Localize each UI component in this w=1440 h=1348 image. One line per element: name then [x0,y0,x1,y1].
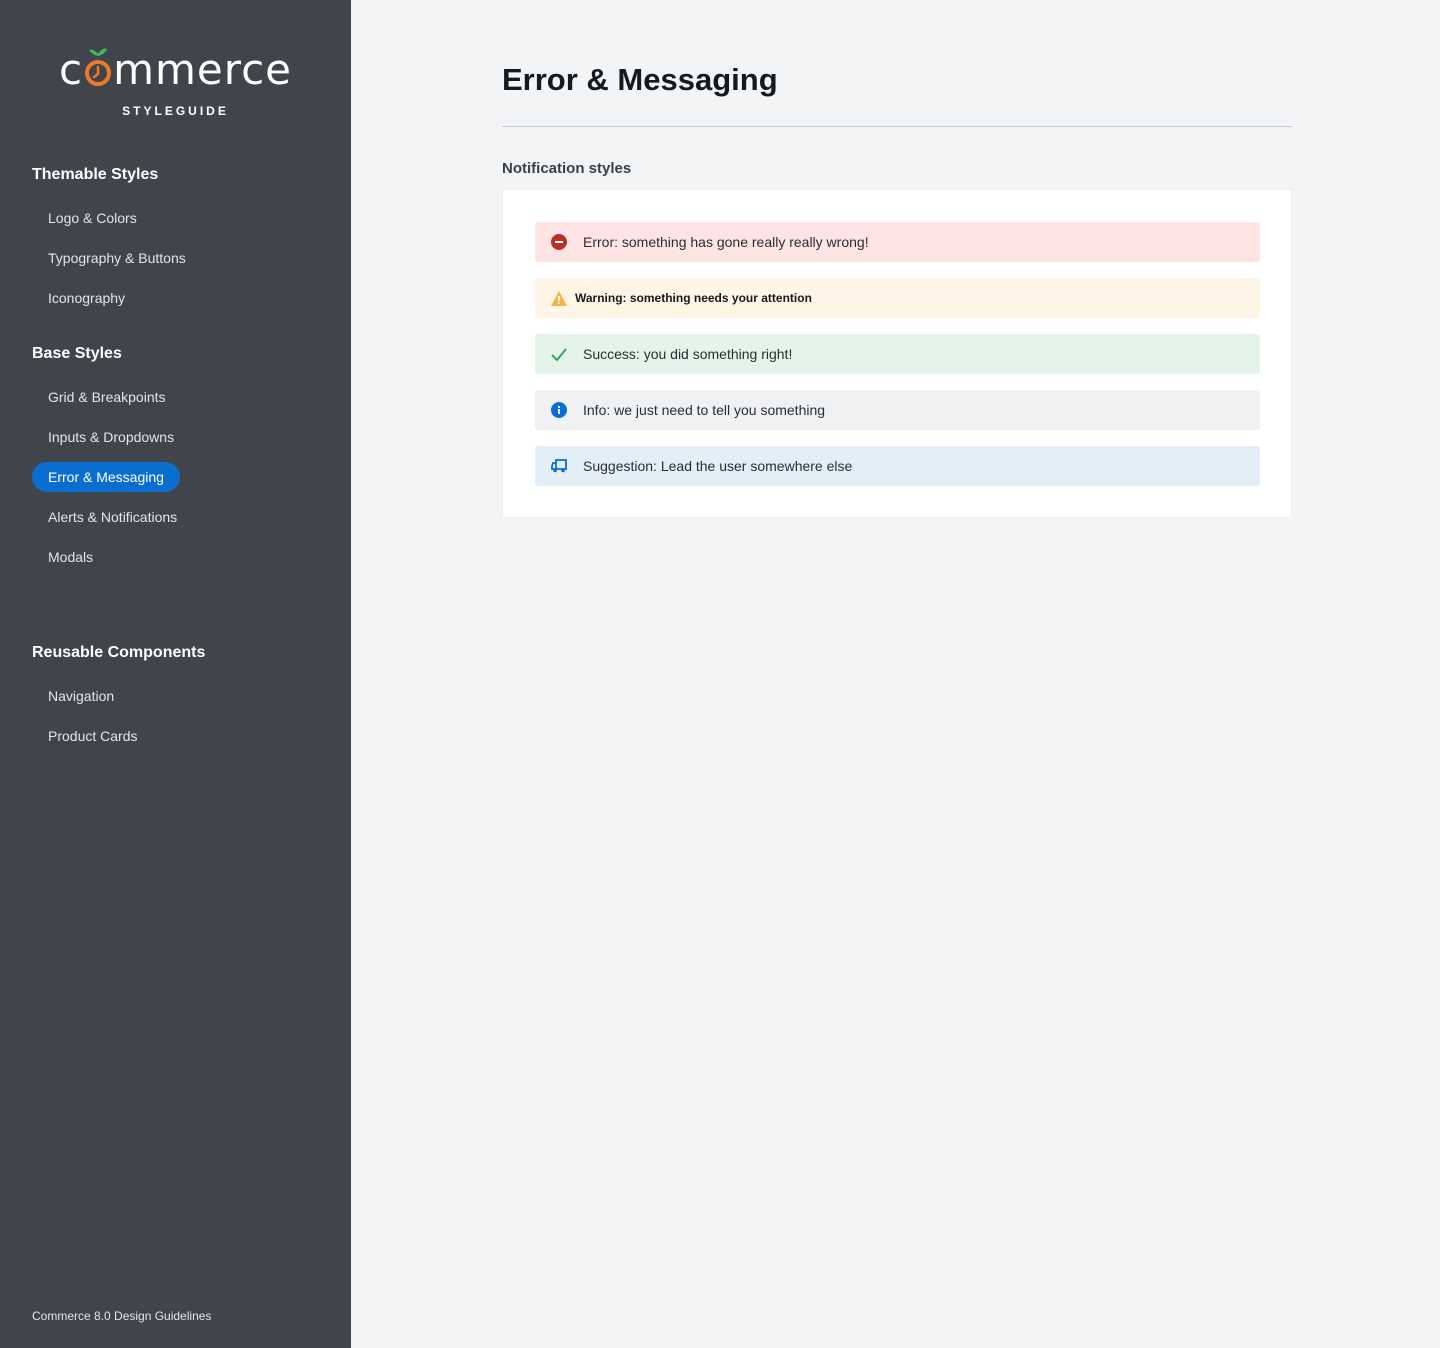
nav-item-alerts-notifications[interactable]: Alerts & Notifications [32,502,193,532]
warning-triangle-icon [551,290,567,306]
nav-heading-base-styles: Base Styles [32,345,122,362]
logo-text-end: mmerce [113,45,293,94]
nav-item-iconography[interactable]: Iconography [32,283,141,313]
info-circle-icon [551,402,567,418]
title-divider [502,126,1292,127]
nav-heading-reusable-components: Reusable Components [32,644,206,661]
logo-text-start: c [58,45,84,94]
nav-heading-themable-styles: Themable Styles [32,166,159,183]
warning-message: Warning: something needs your attention [535,278,1260,318]
minus-circle-icon [551,234,567,250]
logo-subtitle: STYLEGUIDE [122,104,229,118]
error-message: Error: something has gone really really … [535,222,1260,262]
commerce-logo[interactable]: c mmerce STYLEGUIDE [0,44,351,118]
checkmark-icon [551,346,567,362]
error-message-text: Error: something has gone really really … [583,234,869,250]
suggestion-message-text: Suggestion: Lead the user somewhere else [583,458,853,474]
info-message: Info: we just need to tell you something [535,390,1260,430]
warning-message-text: Warning: something needs your attention [575,291,812,305]
nav-item-grid-breakpoints[interactable]: Grid & Breakpoints [32,382,182,412]
logo-wordmark: c mmerce [0,44,351,96]
nav-item-modals[interactable]: Modals [32,542,109,572]
page-title: Error & Messaging [502,62,778,97]
sidebar: c mmerce STYLEGUIDE Themable Styles Logo… [0,0,351,1348]
truck-icon [551,458,567,474]
nav-item-logo-colors[interactable]: Logo & Colors [32,203,153,233]
info-message-text: Info: we just need to tell you something [583,402,826,418]
nav-item-navigation[interactable]: Navigation [32,681,130,711]
suggestion-message: Suggestion: Lead the user somewhere else [535,446,1260,486]
success-message-text: Success: you did something right! [583,346,793,362]
sidebar-footer: Commerce 8.0 Design Guidelines [32,1309,212,1323]
orange-clock-icon [85,44,112,96]
nav-item-inputs-dropdowns[interactable]: Inputs & Dropdowns [32,422,190,452]
nav-item-error-messaging[interactable]: Error & Messaging [32,462,180,492]
success-message: Success: you did something right! [535,334,1260,374]
notification-panel: Error: something has gone really really … [502,189,1292,518]
nav-item-typography-buttons[interactable]: Typography & Buttons [32,243,202,273]
nav-item-product-cards[interactable]: Product Cards [32,721,153,751]
section-title: Notification styles [502,160,632,177]
